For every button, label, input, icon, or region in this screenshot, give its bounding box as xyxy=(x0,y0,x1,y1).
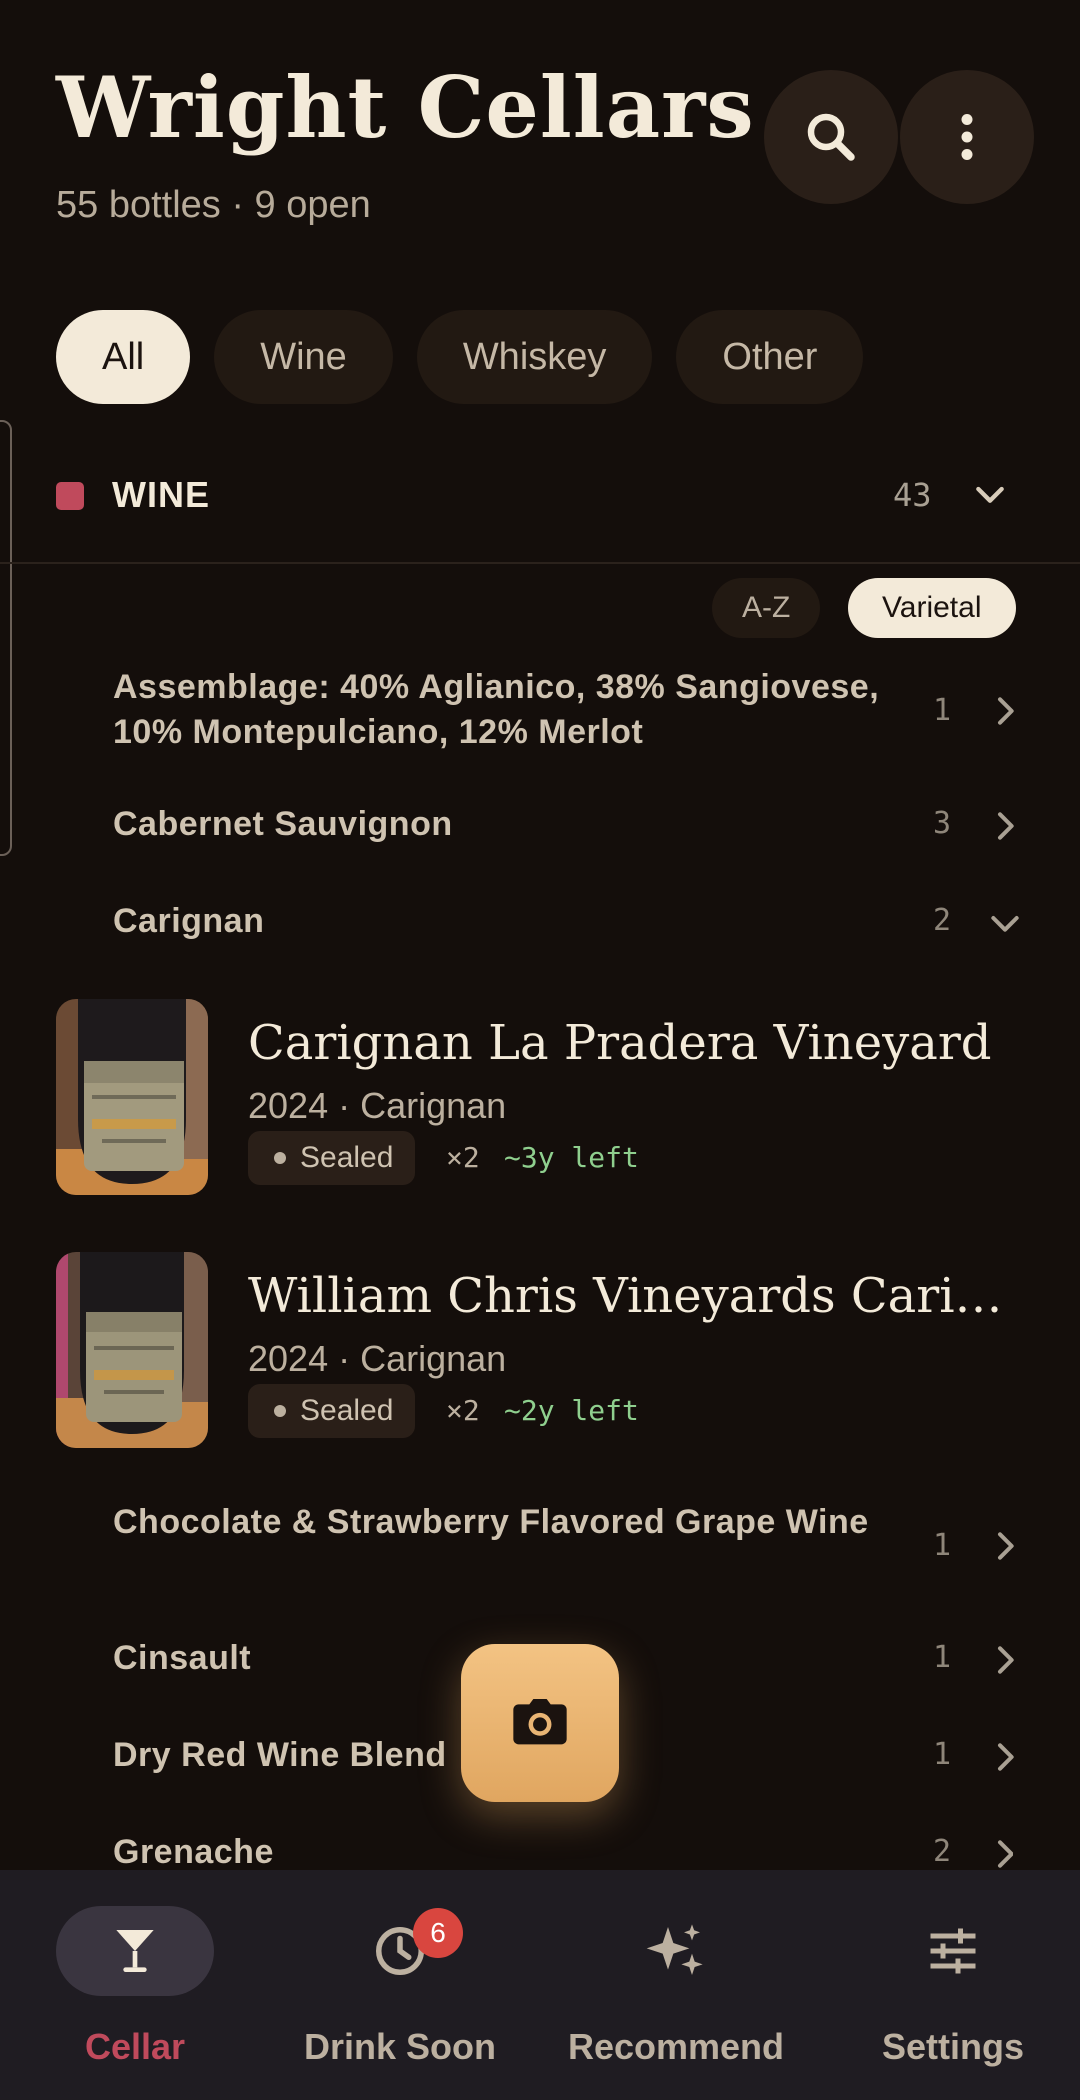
nav-cellar-label: Cellar xyxy=(84,2026,186,2067)
varietal-name: Assemblage: 40% Aglianico, 38% Sangioves… xyxy=(113,668,880,751)
varietal-count: 2 xyxy=(933,903,952,938)
chevron-down-icon xyxy=(991,916,1019,932)
varietal-row-expanded[interactable]: Carignan 2 xyxy=(113,899,1019,949)
chevron-right-icon xyxy=(998,1532,1014,1560)
varietal-row[interactable]: Grenache 2 xyxy=(113,1830,1013,1870)
section-label: WINE xyxy=(112,474,210,515)
nav-drink-soon[interactable]: 6 Drink Soon xyxy=(265,1870,535,2100)
cellar-summary: 55 bottles · 9 open xyxy=(56,184,371,226)
varietal-count: 1 xyxy=(933,693,952,728)
varietal-name: Carignan xyxy=(113,902,265,940)
wine-vintage-varietal: 2024 · Carignan xyxy=(248,1085,507,1126)
wine-color-dot xyxy=(56,482,84,510)
varietal-row[interactable]: Chocolate & Strawberry Flavored Grape Wi… xyxy=(113,1500,1014,1596)
bottle-photo xyxy=(56,1252,208,1448)
varietal-count: 1 xyxy=(933,1737,952,1772)
wine-title: Carignan La Pradera Vineyard xyxy=(248,1015,992,1071)
sort-varietal-button[interactable]: Varietal xyxy=(848,578,1016,638)
nav-recommend-indicator xyxy=(597,1906,755,1996)
nav-drink-soon-label: Drink Soon xyxy=(303,2026,496,2067)
chip-wine[interactable]: Wine xyxy=(214,310,393,404)
varietal-row[interactable]: Assemblage: 40% Aglianico, 38% Sangioves… xyxy=(113,665,1014,761)
sparkles-icon xyxy=(646,1924,703,1975)
sliders-icon xyxy=(930,1928,976,1974)
varietal-name: Chocolate & Strawberry Flavored Grape Wi… xyxy=(113,1503,869,1541)
bottom-navigation: Cellar 6 Drink Soon Recommend Settings xyxy=(0,1870,1080,2100)
wine-title: William Chris Vineyards Carignan xyxy=(248,1268,1018,1324)
category-filter-chips: All Wine Whiskey Other xyxy=(56,310,864,404)
status-dot xyxy=(274,1405,286,1417)
varietal-count: 1 xyxy=(933,1640,952,1675)
drink-window: ~3y left xyxy=(504,1141,639,1174)
varietal-count: 3 xyxy=(933,806,952,841)
nav-cellar[interactable]: Cellar xyxy=(0,1870,270,2100)
varietal-row[interactable]: Cabernet Sauvignon 3 xyxy=(113,802,1014,852)
varietal-name: Cabernet Sauvignon xyxy=(113,805,453,843)
chevron-right-icon xyxy=(998,1840,1013,1868)
nav-cellar-indicator xyxy=(56,1906,214,1996)
varietal-name: Grenache xyxy=(113,1833,274,1870)
cocktail-glass-icon xyxy=(116,1930,154,1972)
status-label: Sealed xyxy=(300,1141,394,1174)
more-vert-icon xyxy=(961,114,973,160)
chevron-down-icon xyxy=(976,486,1004,503)
section-count: 43 xyxy=(893,476,932,514)
more-options-button[interactable] xyxy=(900,70,1034,204)
wine-vintage-varietal: 2024 · Carignan xyxy=(248,1338,507,1379)
sort-az-button[interactable]: A-Z xyxy=(712,578,821,638)
varietal-count: 1 xyxy=(933,1528,952,1563)
search-icon xyxy=(807,113,855,161)
nav-settings-indicator xyxy=(874,1906,1032,1996)
nav-recommend[interactable]: Recommend xyxy=(541,1870,811,2100)
status-dot xyxy=(274,1152,286,1164)
nav-recommend-label: Recommend xyxy=(567,2026,785,2067)
nav-settings-label: Settings xyxy=(881,2026,1024,2067)
wine-list-item[interactable]: William Chris Vineyards Carignan 2024 · … xyxy=(56,1252,1036,1448)
wine-list-item[interactable]: Carignan La Pradera Vineyard 2024 · Cari… xyxy=(56,999,1036,1195)
chip-whiskey[interactable]: Whiskey xyxy=(416,310,653,404)
varietal-count: 2 xyxy=(933,1834,952,1869)
chip-other[interactable]: Other xyxy=(676,310,864,404)
status-badge: Sealed xyxy=(248,1131,416,1185)
chip-all[interactable]: All xyxy=(56,310,191,404)
status-badge: Sealed xyxy=(248,1384,416,1438)
scan-bottle-button[interactable] xyxy=(461,1644,619,1802)
drink-soon-count-badge: 6 xyxy=(413,1908,463,1958)
chevron-right-icon xyxy=(998,1646,1014,1674)
chevron-right-icon xyxy=(998,812,1014,840)
app-title: Wright Cellars xyxy=(56,58,755,157)
bottle-quantity: ×2 xyxy=(446,1141,480,1174)
camera-icon xyxy=(513,1699,567,1745)
section-header-wine[interactable]: WINE 43 xyxy=(0,460,1080,564)
drink-window: ~2y left xyxy=(504,1394,639,1427)
nav-settings[interactable]: Settings xyxy=(818,1870,1080,2100)
status-label: Sealed xyxy=(300,1394,394,1427)
chevron-right-icon xyxy=(998,1743,1014,1771)
bottle-photo xyxy=(56,999,208,1195)
bottle-quantity: ×2 xyxy=(446,1394,480,1427)
chevron-right-icon xyxy=(998,697,1014,725)
search-button[interactable] xyxy=(764,70,898,204)
